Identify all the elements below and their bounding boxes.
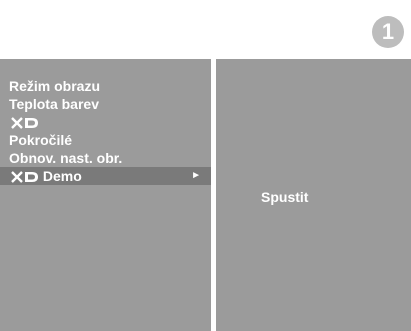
menu-item-label: Režim obrazu bbox=[9, 78, 101, 94]
menu-item-xd-demo[interactable]: Demo ► bbox=[0, 167, 211, 185]
step-number-badge: 1 bbox=[372, 16, 404, 48]
menu-item-color-temperature[interactable]: Teplota barev bbox=[0, 95, 211, 113]
submenu-panel: Spustit bbox=[216, 59, 411, 331]
menu-item-label: Teplota barev bbox=[9, 96, 99, 112]
main-menu-panel: Režim obrazu Teplota barev Pokročilé Obn… bbox=[0, 59, 211, 331]
menu-item-reset-picture[interactable]: Obnov. nast. obr. bbox=[0, 149, 211, 167]
menu-item-label: Pokročilé bbox=[9, 132, 73, 148]
menu-item-xd[interactable] bbox=[0, 113, 211, 131]
play-arrow-icon: ► bbox=[191, 170, 201, 181]
menu-item-label: Obnov. nast. obr. bbox=[9, 150, 123, 166]
menu-item-advanced[interactable]: Pokročilé bbox=[0, 131, 211, 149]
xd-logo-icon bbox=[11, 171, 39, 184]
menu-list: Režim obrazu Teplota barev Pokročilé Obn… bbox=[0, 77, 211, 185]
xd-logo-icon bbox=[11, 117, 39, 130]
picture-menu-frame: Režim obrazu Teplota barev Pokročilé Obn… bbox=[0, 59, 411, 331]
menu-item-label: Demo bbox=[42, 168, 82, 184]
submenu-option-start[interactable]: Spustit bbox=[261, 189, 308, 205]
menu-item-picture-mode[interactable]: Režim obrazu bbox=[0, 77, 211, 95]
